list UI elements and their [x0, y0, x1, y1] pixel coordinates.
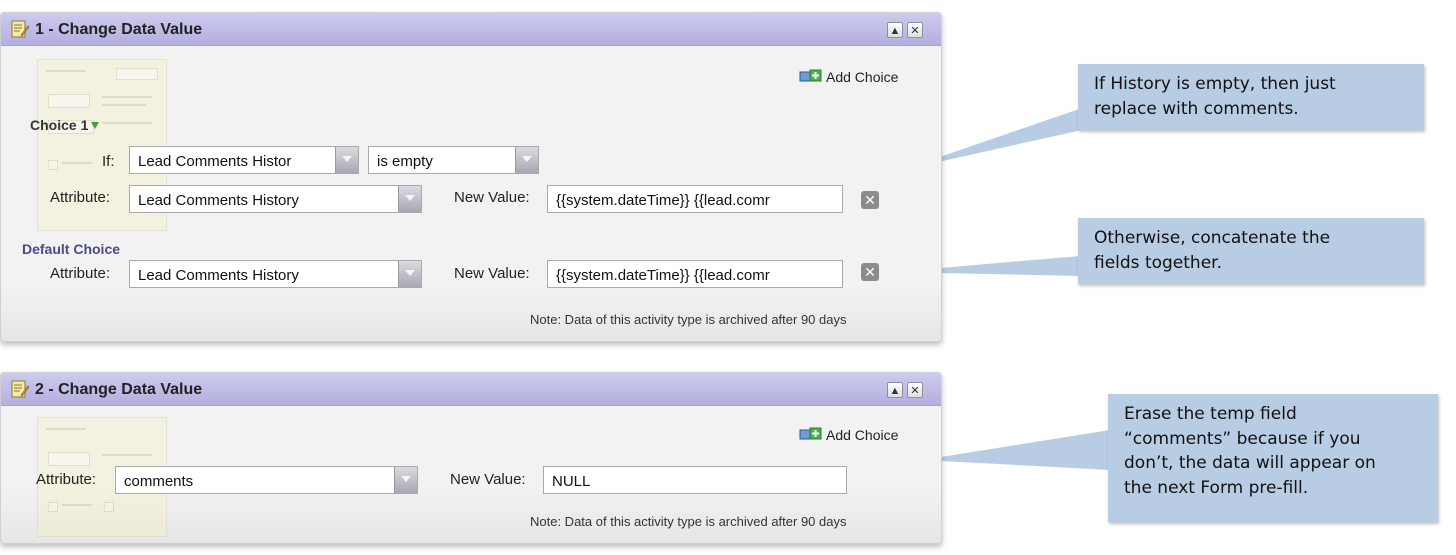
panel-2-header: 2 - Change Data Value ▲ ✕ [1, 373, 941, 406]
add-choice-icon [799, 69, 822, 82]
new-value-label: New Value: [454, 189, 530, 206]
add-choice-label: Add Choice [826, 69, 899, 85]
panel-1-header: 1 - Change Data Value ▲ ✕ [1, 13, 941, 46]
if-field-select[interactable]: Lead Comments Histor [129, 146, 359, 174]
change-data-value-panel-2: 2 - Change Data Value ▲ ✕ Add Choice Att… [0, 372, 942, 544]
chevron-down-icon [515, 147, 538, 173]
edit-document-icon [11, 380, 29, 398]
choice-1-text: Choice 1 [30, 117, 89, 133]
archive-note: Note: Data of this activity type is arch… [530, 514, 847, 529]
callout-line: “comments” because if you [1124, 428, 1361, 449]
callout-line: fields together. [1094, 252, 1222, 273]
change-data-value-panel-1: 1 - Change Data Value ▲ ✕ Add Choice Cho… [0, 12, 942, 342]
if-operator-value: is empty [377, 153, 433, 170]
if-label: If: [102, 153, 115, 170]
chevron-down-icon [335, 147, 358, 173]
attribute-select[interactable]: Lead Comments History [129, 185, 422, 213]
if-operator-select[interactable]: is empty [368, 146, 539, 174]
close-icon[interactable]: ✕ [907, 382, 923, 398]
attribute-select[interactable]: Lead Comments History [129, 260, 422, 288]
attribute-label: Attribute: [50, 189, 111, 206]
archive-note: Note: Data of this activity type is arch… [530, 312, 847, 327]
panel-2-title: 2 - Change Data Value [35, 381, 203, 398]
new-value-label: New Value: [450, 471, 526, 488]
if-field-value: Lead Comments Histor [138, 153, 292, 170]
delete-icon[interactable]: ✕ [861, 191, 879, 209]
panel-1-title: 1 - Change Data Value [35, 21, 203, 38]
default-choice-label: Default Choice [22, 241, 121, 257]
callout-line: Erase the temp field [1124, 404, 1297, 424]
callout-line: the next Form pre-fill. [1124, 477, 1309, 498]
chevron-down-icon [398, 261, 421, 287]
add-choice-icon [799, 427, 822, 440]
new-value-text: NULL [552, 473, 591, 490]
attribute-value: comments [124, 473, 194, 490]
callout-1: If History is empty, then just replace w… [1078, 64, 1424, 130]
new-value-input[interactable]: {{system.dateTime}} {{lead.comr [547, 260, 843, 288]
new-value-text: {{system.dateTime}} {{lead.comr [556, 192, 770, 209]
close-icon[interactable]: ✕ [907, 22, 923, 38]
choice-1-label[interactable]: Choice 1 [30, 117, 100, 133]
chevron-down-icon [394, 467, 417, 493]
attribute-label: Attribute: [36, 471, 97, 488]
new-value-label: New Value: [454, 265, 530, 282]
callout-line: don’t, the data will appear on [1124, 453, 1376, 474]
attribute-label: Attribute: [50, 265, 111, 282]
choice-dropdown-icon[interactable] [91, 122, 100, 129]
collapse-icon[interactable]: ▲ [887, 22, 903, 38]
callout-2: Otherwise, concatenate the fields togeth… [1078, 218, 1424, 284]
attribute-select[interactable]: comments [115, 466, 418, 494]
callout-3: Erase the temp field “comments” because … [1108, 394, 1438, 522]
add-choice-label: Add Choice [826, 427, 899, 443]
callout-line: Otherwise, concatenate the [1094, 228, 1331, 248]
delete-icon[interactable]: ✕ [861, 263, 879, 281]
collapse-icon[interactable]: ▲ [887, 382, 903, 398]
callout-3-pointer [922, 430, 1110, 470]
callout-line: If History is empty, then just [1094, 74, 1336, 94]
new-value-input[interactable]: {{system.dateTime}} {{lead.comr [547, 185, 843, 213]
new-value-input[interactable]: NULL [543, 466, 847, 494]
attribute-value: Lead Comments History [138, 267, 299, 284]
new-value-text: {{system.dateTime}} {{lead.comr [556, 267, 770, 284]
attribute-value: Lead Comments History [138, 192, 299, 209]
edit-document-icon [11, 20, 29, 38]
chevron-down-icon [398, 186, 421, 212]
add-choice-button[interactable]: Add Choice [799, 427, 909, 445]
callout-line: replace with comments. [1094, 98, 1299, 119]
add-choice-button[interactable]: Add Choice [799, 69, 909, 87]
